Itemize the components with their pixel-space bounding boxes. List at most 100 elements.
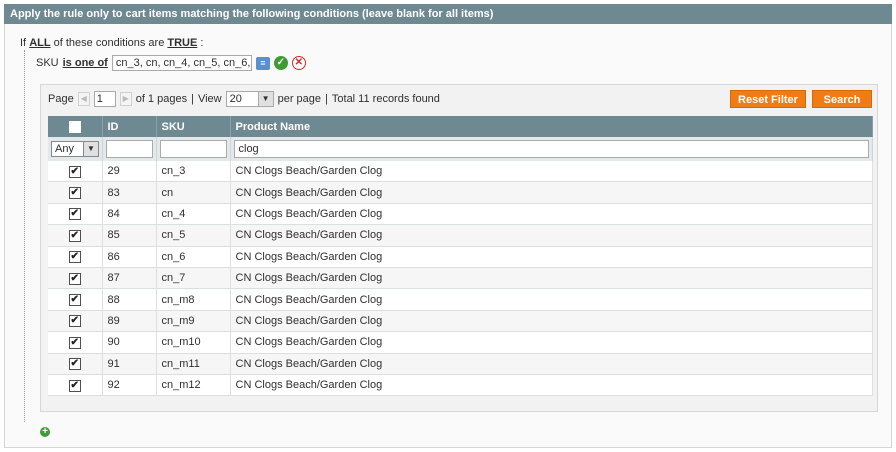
page-label: Page bbox=[48, 93, 74, 105]
row-checkbox[interactable]: ✔ bbox=[68, 165, 81, 178]
value-link[interactable]: TRUE bbox=[167, 37, 197, 49]
row-checkbox-cell[interactable]: ✔ bbox=[48, 181, 103, 204]
per-page-label: per page bbox=[277, 93, 322, 105]
row-checkbox[interactable]: ✔ bbox=[68, 358, 81, 371]
products-grid: ID SKU Product Name Any ▼ clog ✔ 29 cn_3 CN… bbox=[48, 116, 873, 397]
table-row[interactable]: ✔ 87 cn_7 CN Clogs Beach/Garden Clog bbox=[48, 267, 873, 290]
row-checkbox[interactable]: ✔ bbox=[68, 315, 81, 328]
table-row[interactable]: ✔ 88 cn_m8 CN Clogs Beach/Garden Clog bbox=[48, 288, 873, 311]
row-checkbox[interactable]: ✔ bbox=[68, 294, 81, 307]
row-id: 88 bbox=[102, 288, 157, 311]
rule-aggregator-line: If ALL of these conditions are TRUE : bbox=[20, 37, 203, 49]
pager-separator: | bbox=[191, 93, 194, 105]
aggregator-link[interactable]: ALL bbox=[29, 37, 50, 49]
table-row[interactable]: ✔ 83 cn CN Clogs Beach/Garden Clog bbox=[48, 181, 873, 204]
row-checkbox-cell[interactable]: ✔ bbox=[48, 267, 103, 290]
row-checkbox-cell[interactable]: ✔ bbox=[48, 246, 103, 268]
column-id[interactable]: ID bbox=[102, 116, 157, 137]
sku-condition: SKU is one of cn_3, cn, cn_4, cn_5, cn_6… bbox=[36, 55, 306, 71]
row-id: 87 bbox=[102, 267, 157, 290]
id-filter-input[interactable] bbox=[105, 140, 153, 158]
row-checkbox-cell[interactable]: ✔ bbox=[48, 331, 103, 354]
page-input[interactable]: 1 bbox=[93, 91, 116, 107]
table-row[interactable]: ✔ 86 cn_6 CN Clogs Beach/Garden Clog bbox=[48, 246, 873, 268]
row-checkbox[interactable]: ✔ bbox=[68, 187, 81, 200]
reset-filter-button[interactable]: Reset Filter bbox=[730, 90, 806, 108]
next-page-icon[interactable]: ▶ bbox=[119, 92, 132, 106]
row-product-name: CN Clogs Beach/Garden Clog bbox=[230, 288, 873, 311]
row-id: 29 bbox=[102, 161, 157, 183]
table-row[interactable]: ✔ 91 cn_m11 CN Clogs Beach/Garden Clog bbox=[48, 353, 873, 375]
row-id: 92 bbox=[102, 374, 157, 397]
row-checkbox[interactable]: ✔ bbox=[68, 208, 81, 221]
add-condition-icon[interactable]: + bbox=[40, 427, 50, 437]
row-product-name: CN Clogs Beach/Garden Clog bbox=[230, 246, 873, 268]
filter-select-value: Any bbox=[55, 143, 74, 155]
pager-separator-2: | bbox=[325, 93, 328, 105]
row-checkbox-cell[interactable]: ✔ bbox=[48, 374, 103, 397]
row-checkbox-cell[interactable]: ✔ bbox=[48, 288, 103, 311]
rule-middle: of these conditions are bbox=[53, 37, 165, 49]
of-pages: of 1 pages bbox=[135, 93, 188, 105]
remove-icon[interactable]: ✕ bbox=[291, 56, 306, 70]
table-row[interactable]: ✔ 85 cn_5 CN Clogs Beach/Garden Clog bbox=[48, 224, 873, 247]
row-sku: cn_5 bbox=[156, 224, 231, 247]
total-records: Total 11 records found bbox=[331, 93, 440, 105]
row-product-name: CN Clogs Beach/Garden Clog bbox=[230, 331, 873, 354]
row-checkbox-cell[interactable]: ✔ bbox=[48, 353, 103, 375]
row-id: 83 bbox=[102, 181, 157, 204]
row-id: 91 bbox=[102, 353, 157, 375]
row-id: 84 bbox=[102, 203, 157, 226]
row-id: 85 bbox=[102, 224, 157, 247]
row-product-name: CN Clogs Beach/Garden Clog bbox=[230, 203, 873, 226]
search-button[interactable]: Search bbox=[812, 90, 872, 108]
grid-header-row: ID SKU Product Name bbox=[48, 116, 873, 137]
per-page-select[interactable]: 20 ▼ bbox=[225, 91, 274, 107]
select-all-header[interactable] bbox=[48, 116, 103, 137]
table-row[interactable]: ✔ 89 cn_m9 CN Clogs Beach/Garden Clog bbox=[48, 310, 873, 333]
row-sku: cn_3 bbox=[156, 161, 231, 183]
operator-link[interactable]: is one of bbox=[63, 55, 108, 71]
list-icon[interactable]: ≡ bbox=[255, 56, 270, 70]
table-row[interactable]: ✔ 29 cn_3 CN Clogs Beach/Garden Clog bbox=[48, 161, 873, 183]
row-checkbox-cell[interactable]: ✔ bbox=[48, 310, 103, 333]
row-product-name: CN Clogs Beach/Garden Clog bbox=[230, 181, 873, 204]
prev-page-icon[interactable]: ◀ bbox=[77, 92, 90, 106]
row-product-name: CN Clogs Beach/Garden Clog bbox=[230, 374, 873, 397]
row-product-name: CN Clogs Beach/Garden Clog bbox=[230, 310, 873, 333]
sku-filter-input[interactable] bbox=[159, 140, 227, 158]
row-sku: cn_m8 bbox=[156, 288, 231, 311]
row-id: 89 bbox=[102, 310, 157, 333]
row-sku: cn_m11 bbox=[156, 353, 231, 375]
table-row[interactable]: ✔ 90 cn_m10 CN Clogs Beach/Garden Clog bbox=[48, 331, 873, 354]
name-filter-input[interactable]: clog bbox=[233, 140, 869, 158]
row-sku: cn_4 bbox=[156, 203, 231, 226]
row-sku: cn_m10 bbox=[156, 331, 231, 354]
column-product-name[interactable]: Product Name bbox=[230, 116, 873, 137]
pager: Page ◀ 1 ▶ of 1 pages | View 20 ▼ per pa… bbox=[48, 90, 440, 108]
table-row[interactable]: ✔ 84 cn_4 CN Clogs Beach/Garden Clog bbox=[48, 203, 873, 226]
row-id: 86 bbox=[102, 246, 157, 268]
row-checkbox-cell[interactable]: ✔ bbox=[48, 203, 103, 226]
table-row[interactable]: ✔ 92 cn_m12 CN Clogs Beach/Garden Clog bbox=[48, 374, 873, 397]
row-sku: cn_m12 bbox=[156, 374, 231, 397]
apply-icon[interactable]: ✓ bbox=[273, 56, 288, 70]
sku-value-input[interactable]: cn_3, cn, cn_4, cn_5, cn_6, cn_ bbox=[111, 55, 252, 71]
in-products-filter-select[interactable]: Any ▼ bbox=[51, 141, 99, 157]
row-checkbox[interactable]: ✔ bbox=[68, 251, 81, 264]
condition-tree-line bbox=[24, 50, 25, 422]
row-checkbox[interactable]: ✔ bbox=[68, 379, 81, 392]
row-checkbox-cell[interactable]: ✔ bbox=[48, 161, 103, 183]
fieldset-header: Apply the rule only to cart items matchi… bbox=[4, 4, 892, 24]
condition-attribute: SKU bbox=[36, 57, 59, 69]
fieldset-title: Apply the rule only to cart items matchi… bbox=[10, 8, 494, 20]
rule-prefix: If bbox=[20, 37, 27, 49]
row-sku: cn_7 bbox=[156, 267, 231, 290]
column-sku[interactable]: SKU bbox=[156, 116, 231, 137]
filter-row: Any ▼ clog bbox=[48, 137, 873, 161]
row-checkbox[interactable]: ✔ bbox=[68, 229, 81, 242]
select-all-checkbox[interactable] bbox=[68, 120, 81, 133]
row-checkbox[interactable]: ✔ bbox=[68, 272, 81, 285]
row-checkbox-cell[interactable]: ✔ bbox=[48, 224, 103, 247]
row-checkbox[interactable]: ✔ bbox=[68, 336, 81, 349]
